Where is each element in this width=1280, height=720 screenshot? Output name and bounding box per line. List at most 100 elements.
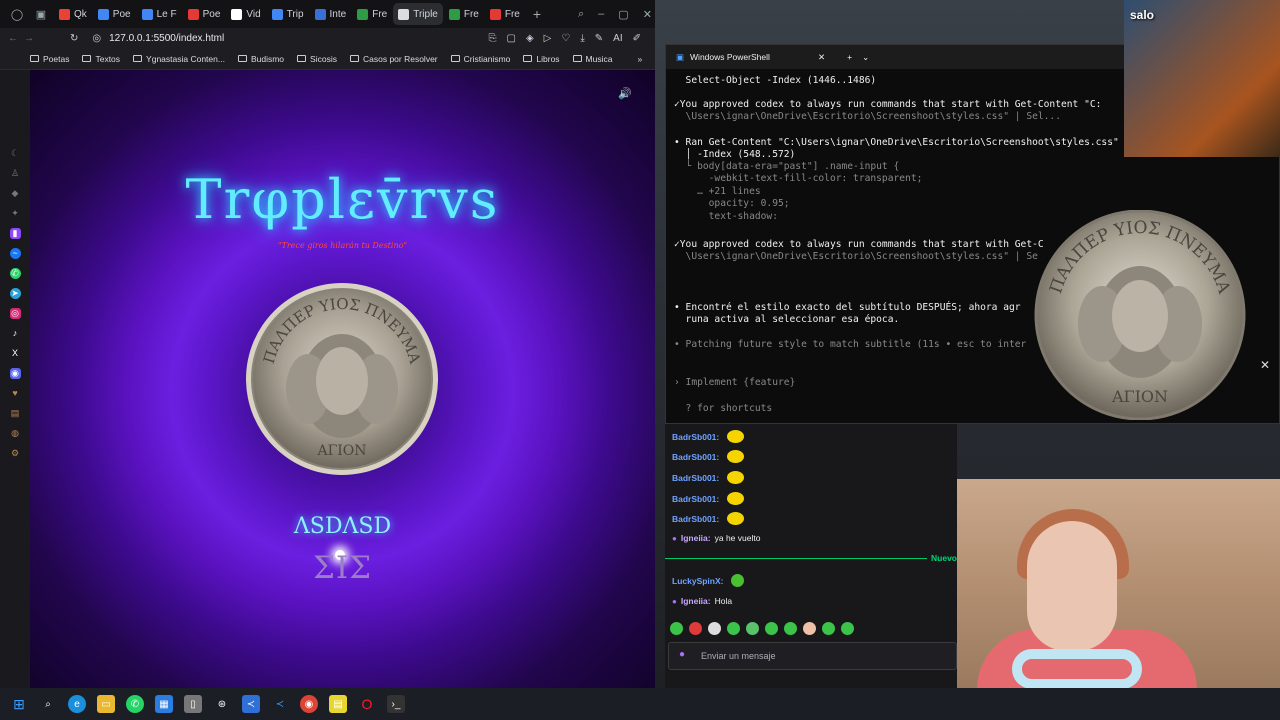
screenshot-icon[interactable]: ▢ bbox=[507, 33, 516, 44]
whatsapp-icon[interactable]: ✆ bbox=[9, 268, 21, 279]
chat-username[interactable]: BadrSb001: bbox=[672, 452, 719, 462]
settings-icon[interactable]: ⚙ bbox=[10, 448, 21, 459]
forward-icon[interactable]: → bbox=[24, 33, 34, 44]
emote-icon[interactable] bbox=[765, 622, 778, 635]
browser-tab[interactable]: Fre bbox=[444, 3, 484, 25]
person-icon[interactable]: ♙ bbox=[10, 168, 21, 179]
vscode-icon[interactable]: ≺ bbox=[271, 695, 289, 713]
bookmark-folder[interactable]: Musica bbox=[572, 54, 612, 64]
diamond-icon[interactable]: ◆ bbox=[10, 188, 21, 199]
name-display[interactable]: ΛSDΛSD bbox=[30, 514, 655, 539]
bookmark-folder[interactable]: Casos por Resolver bbox=[349, 54, 438, 64]
emote-icon[interactable] bbox=[689, 622, 702, 635]
url-field[interactable]: 127.0.0.1:5500/index.html bbox=[109, 33, 224, 44]
emote-icon[interactable] bbox=[746, 622, 759, 635]
emote-icon[interactable] bbox=[670, 622, 683, 635]
vscode-blue-icon[interactable]: ≺ bbox=[242, 695, 260, 713]
start-icon[interactable]: ⊞ bbox=[10, 695, 28, 713]
opera-icon[interactable]: O bbox=[358, 695, 376, 713]
browser-tab[interactable]: Qk bbox=[54, 3, 92, 25]
store-icon[interactable]: ▦ bbox=[155, 695, 173, 713]
search-icon[interactable]: ⌕ bbox=[39, 695, 57, 713]
pen-icon[interactable]: ✎ bbox=[595, 33, 603, 44]
profile-icon[interactable]: ◯ bbox=[6, 3, 28, 25]
bookmark-icon[interactable]: ⎘ bbox=[489, 33, 497, 44]
notepad-icon[interactable]: ▯ bbox=[184, 695, 202, 713]
rune-glyph[interactable]: ΣΙΣ bbox=[30, 550, 655, 586]
emote-icon[interactable] bbox=[822, 622, 835, 635]
coin-image[interactable]: ΠΑΛΠΕΡ ΥΙΟΣ ΠΝΕΥΜΑ ΑΓΙΟΝ bbox=[244, 281, 440, 477]
chat-username[interactable]: LuckySpinX: bbox=[672, 576, 723, 586]
browser-tab[interactable]: Le F bbox=[137, 3, 182, 25]
emote-icon[interactable] bbox=[803, 622, 816, 635]
dropdown-icon[interactable]: ⌄ bbox=[862, 52, 869, 63]
terminal-taskbar-icon[interactable]: ›_ bbox=[387, 695, 405, 713]
edit-icon[interactable]: ✐ bbox=[633, 33, 641, 44]
twitch-icon[interactable]: ▮ bbox=[9, 228, 21, 239]
sparkle-icon[interactable]: ✦ bbox=[10, 208, 21, 219]
search-tabs-icon[interactable]: ⌕ bbox=[578, 8, 584, 21]
chat-input[interactable]: Enviar un mensaje bbox=[668, 642, 957, 670]
reload-icon[interactable]: ↻ bbox=[70, 33, 78, 44]
browser-tab[interactable]: Triple bbox=[393, 3, 443, 25]
globe-icon[interactable]: ◍ bbox=[10, 428, 21, 439]
telegram-icon[interactable]: ➤ bbox=[9, 288, 21, 299]
extension-icon[interactable]: ◈ bbox=[526, 33, 534, 44]
browser-tab[interactable]: Trip bbox=[267, 3, 309, 25]
chat-username[interactable]: Igneiia: bbox=[681, 533, 711, 543]
new-tab-button[interactable]: + bbox=[527, 6, 547, 22]
new-terminal-tab-icon[interactable]: + bbox=[847, 52, 852, 62]
site-info-icon[interactable]: ◎ bbox=[92, 33, 101, 44]
maximize-icon[interactable]: ▢ bbox=[618, 8, 628, 21]
bookmark-folder[interactable]: Textos bbox=[82, 54, 120, 64]
browser-tab[interactable]: Vid bbox=[226, 3, 265, 25]
tiktok-icon[interactable]: ♪ bbox=[10, 328, 21, 339]
browser-tab[interactable]: Fre bbox=[485, 3, 525, 25]
browser-tab[interactable]: Poe bbox=[183, 3, 226, 25]
browser-tab[interactable]: Poe bbox=[93, 3, 136, 25]
book-icon[interactable]: ▤ bbox=[10, 408, 21, 419]
discord-icon[interactable]: ◉ bbox=[9, 368, 21, 379]
close-icon[interactable]: ✕ bbox=[643, 8, 652, 21]
terminal-tab-title[interactable]: Windows PowerShell bbox=[690, 52, 808, 62]
favorite-icon[interactable]: ♡ bbox=[561, 33, 570, 44]
sticky-icon[interactable]: ▤ bbox=[329, 695, 347, 713]
instagram-icon[interactable]: ◎ bbox=[9, 308, 21, 319]
chat-username[interactable]: BadrSb001: bbox=[672, 514, 719, 524]
chat-username[interactable]: BadrSb001: bbox=[672, 432, 719, 442]
chat-username[interactable]: Igneiia: bbox=[681, 596, 711, 606]
chrome-icon[interactable]: ◉ bbox=[300, 695, 318, 713]
messenger-icon[interactable]: ~ bbox=[9, 248, 21, 259]
download-icon[interactable]: ⤓ bbox=[580, 33, 584, 44]
close-tab-icon[interactable]: ✕ bbox=[818, 52, 825, 63]
bookmark-folder[interactable]: Sicosis bbox=[297, 54, 337, 64]
tab-actions-icon[interactable]: ▣ bbox=[30, 3, 52, 25]
ai-button[interactable]: AI bbox=[613, 33, 622, 44]
moon-icon[interactable]: ☾ bbox=[10, 148, 21, 159]
sound-icon[interactable]: 🔊 bbox=[618, 87, 632, 100]
heart-icon[interactable]: ♥ bbox=[10, 388, 21, 399]
chatgpt-icon[interactable]: ⊛ bbox=[213, 695, 231, 713]
chat-username[interactable]: BadrSb001: bbox=[672, 494, 719, 504]
bookmark-folder[interactable]: Ygnastasia Conten... bbox=[133, 54, 225, 64]
bookmark-folder[interactable]: Libros bbox=[523, 54, 560, 64]
whatsapp-taskbar-icon[interactable]: ✆ bbox=[126, 695, 144, 713]
edge-icon[interactable]: e bbox=[68, 695, 86, 713]
more-bookmarks-icon[interactable]: » bbox=[637, 54, 642, 64]
bookmark-folder[interactable]: Budismo bbox=[237, 54, 284, 64]
play-icon[interactable]: ▷ bbox=[544, 33, 552, 44]
emote-icon[interactable] bbox=[727, 622, 740, 635]
mic-icon[interactable]: ● bbox=[679, 649, 685, 660]
chat-username[interactable]: BadrSb001: bbox=[672, 473, 719, 483]
browser-tab[interactable]: Inte bbox=[310, 3, 352, 25]
minimize-icon[interactable]: – bbox=[598, 8, 604, 20]
x-icon[interactable]: X bbox=[10, 348, 21, 359]
browser-tab[interactable]: Fre bbox=[352, 3, 392, 25]
back-icon[interactable]: ← bbox=[8, 33, 18, 44]
close-overlay-icon[interactable]: ✕ bbox=[1260, 358, 1270, 372]
explorer-icon[interactable]: ▭ bbox=[97, 695, 115, 713]
emote-icon[interactable] bbox=[708, 622, 721, 635]
emote-icon[interactable] bbox=[841, 622, 854, 635]
emote-icon[interactable] bbox=[784, 622, 797, 635]
bookmark-folder[interactable]: Cristianismo bbox=[450, 54, 510, 64]
